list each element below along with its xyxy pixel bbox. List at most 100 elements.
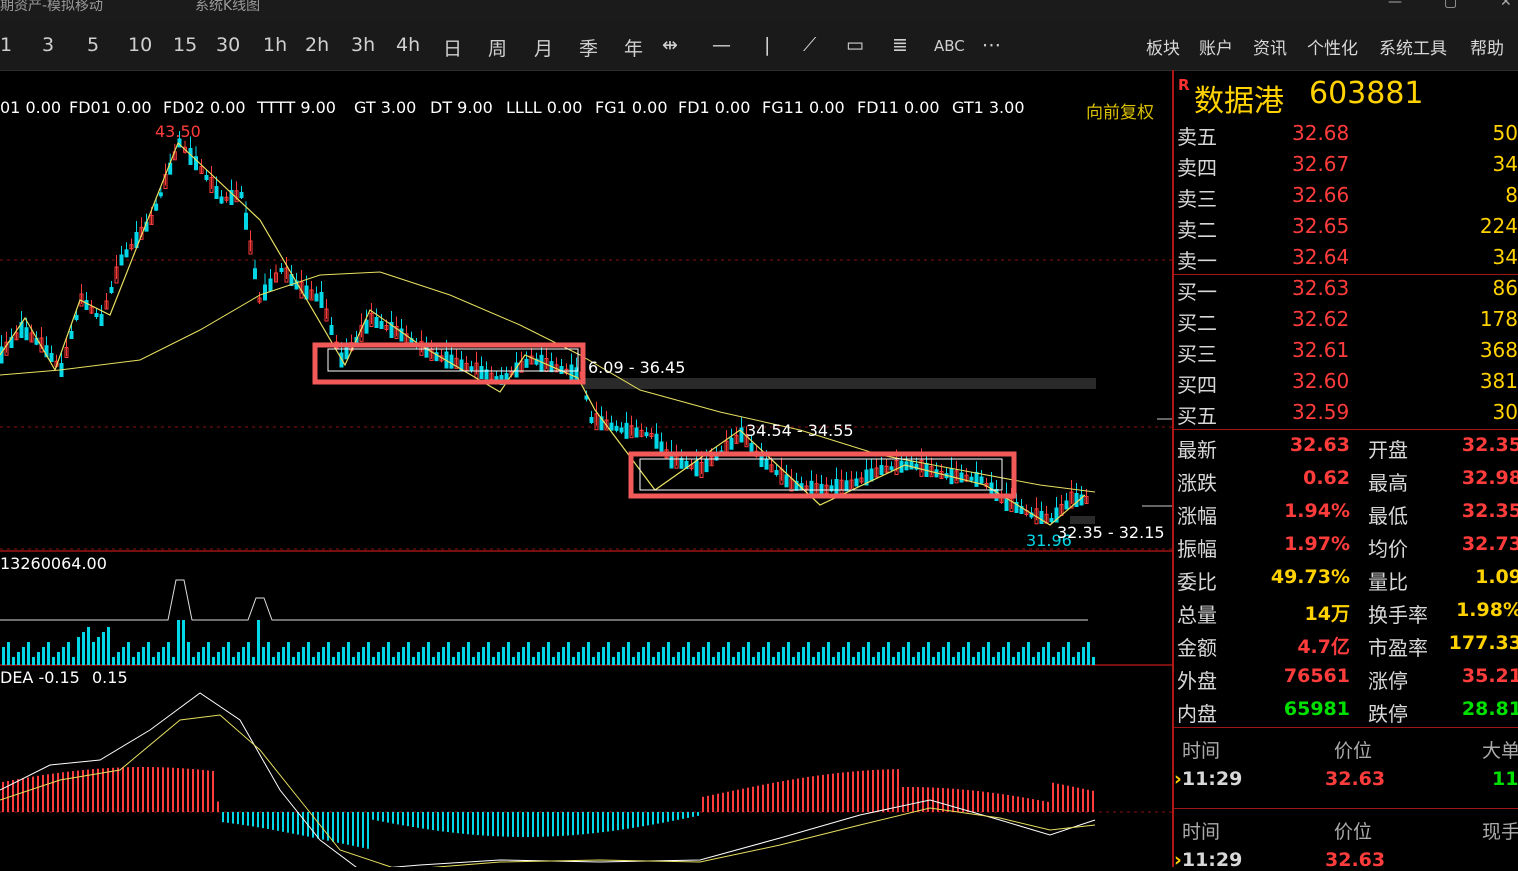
macd-bar — [707, 795, 709, 812]
volume-bars — [2, 620, 1095, 665]
period-day[interactable]: 日 — [443, 34, 462, 61]
macd-bar — [162, 767, 164, 812]
macd-bar — [492, 812, 494, 837]
text-tool-icon[interactable]: ABC — [934, 37, 965, 55]
macd-bar — [732, 790, 734, 812]
period-4h[interactable]: 4h — [396, 34, 420, 56]
menu-sector[interactable]: 板块 — [1146, 34, 1180, 59]
volume-bar — [467, 642, 470, 665]
period-30[interactable]: 30 — [216, 34, 240, 56]
more-icon[interactable]: ⋯ — [982, 34, 1001, 56]
close-icon[interactable]: ✕ — [1500, 0, 1512, 10]
rectangle-icon[interactable]: ▭ — [846, 34, 864, 56]
volume-bar — [1057, 652, 1060, 665]
volume-bar — [277, 652, 280, 665]
vline-icon[interactable]: | — [764, 34, 770, 56]
candle-body — [69, 331, 74, 339]
quote-value: 14万 — [1304, 603, 1350, 625]
kline-chart[interactable] — [0, 70, 1172, 867]
macd-bar — [227, 812, 229, 823]
ask-row[interactable]: 卖二 32.65 224 — [1174, 211, 1518, 242]
bid-row[interactable]: 买一 32.63 86 — [1174, 273, 1518, 304]
candle-body — [279, 268, 284, 272]
menu-news[interactable]: 资讯 — [1253, 34, 1287, 59]
macd-bar — [17, 779, 19, 812]
hline-icon[interactable]: — — [712, 34, 731, 56]
ask-row[interactable]: 卖三 32.66 8 — [1174, 180, 1518, 211]
bid-row[interactable]: 买三 32.61 368 — [1174, 335, 1518, 366]
volume-bar — [132, 657, 135, 665]
volume-bar — [1067, 642, 1070, 665]
period-week[interactable]: 周 — [488, 34, 507, 61]
volume-bar — [727, 642, 730, 665]
macd-bar — [642, 812, 644, 827]
quote-row: 涨幅 1.94% 最低 32.35 — [1174, 495, 1518, 528]
ticks-header-price: 价位 — [1334, 740, 1373, 762]
volume-bar — [87, 627, 90, 665]
volume-bar — [62, 647, 65, 665]
macd-bar — [457, 812, 459, 834]
macd-bar — [687, 812, 689, 818]
volume-bar — [487, 642, 490, 665]
period-3h[interactable]: 3h — [351, 34, 375, 56]
quote-row: 涨跌 0.62 最高 32.98 — [1174, 462, 1518, 495]
volume-bar — [657, 652, 660, 665]
channel-icon[interactable]: ≣ — [892, 34, 908, 56]
volume-bar — [972, 657, 975, 665]
macd-bar — [562, 812, 564, 836]
ask-row[interactable]: 卖一 32.64 34 — [1174, 242, 1518, 273]
candle-body — [809, 480, 814, 496]
volume-bar — [977, 652, 980, 665]
maximize-icon[interactable]: ▢ — [1444, 0, 1457, 10]
period-3[interactable]: 3 — [42, 34, 54, 56]
macd-bar — [527, 812, 529, 837]
volume-bar — [602, 647, 605, 665]
macd-bar — [1007, 794, 1009, 812]
macd-bar — [292, 812, 294, 834]
ask-volume: 8 — [1505, 183, 1518, 207]
macd-bar — [572, 812, 574, 836]
menu-personalize[interactable]: 个性化 — [1307, 34, 1358, 59]
quote-row: 金额 4.7亿 市盈率 177.33 — [1174, 627, 1518, 660]
volume-bar — [552, 657, 555, 665]
macd-bar — [912, 787, 914, 812]
period-1h[interactable]: 1h — [263, 34, 287, 56]
crosshair-icon[interactable]: ⇹ — [662, 34, 678, 56]
menu-account[interactable]: 账户 — [1199, 34, 1233, 59]
period-10[interactable]: 10 — [128, 34, 152, 56]
period-month[interactable]: 月 — [534, 34, 553, 61]
macd-bar — [427, 812, 429, 830]
volume-bar — [807, 642, 810, 665]
menu-system-tools[interactable]: 系统工具 — [1379, 34, 1447, 59]
volume-bar — [427, 642, 430, 665]
macd-bar — [47, 774, 49, 812]
volume-bar — [472, 657, 475, 665]
bid-row[interactable]: 买五 32.59 30 — [1174, 397, 1518, 428]
volume-bar — [267, 642, 270, 665]
macd-bar — [242, 812, 244, 825]
bid-row[interactable]: 买四 32.60 381 — [1174, 366, 1518, 397]
period-15[interactable]: 15 — [173, 34, 197, 56]
ask-volume: 224 — [1479, 214, 1518, 238]
minimize-icon[interactable]: — — [1388, 0, 1402, 10]
volume-bar — [907, 642, 910, 665]
macd-bar — [747, 787, 749, 812]
ask-row[interactable]: 卖五 32.68 50 — [1174, 118, 1518, 149]
period-1[interactable]: 1 — [0, 34, 12, 56]
macd-bar — [587, 812, 589, 834]
ask-row[interactable]: 卖四 32.67 34 — [1174, 149, 1518, 180]
ticks2-header-current: 现手 — [1482, 821, 1518, 843]
trendline-icon[interactable]: ⟋ — [803, 34, 816, 56]
volume-bar — [702, 647, 705, 665]
bid-row[interactable]: 买二 32.62 178 — [1174, 304, 1518, 335]
period-season[interactable]: 季 — [579, 34, 598, 61]
volume-bar — [7, 642, 10, 665]
period-5[interactable]: 5 — [87, 34, 99, 56]
period-2h[interactable]: 2h — [305, 34, 329, 56]
volume-header: 13260064.00 — [0, 554, 107, 573]
volume-bar — [757, 652, 760, 665]
dif-line — [0, 692, 1096, 867]
period-year[interactable]: 年 — [624, 34, 643, 61]
ask-volume: 50 — [1492, 121, 1518, 145]
menu-help[interactable]: 帮助 — [1470, 34, 1504, 59]
